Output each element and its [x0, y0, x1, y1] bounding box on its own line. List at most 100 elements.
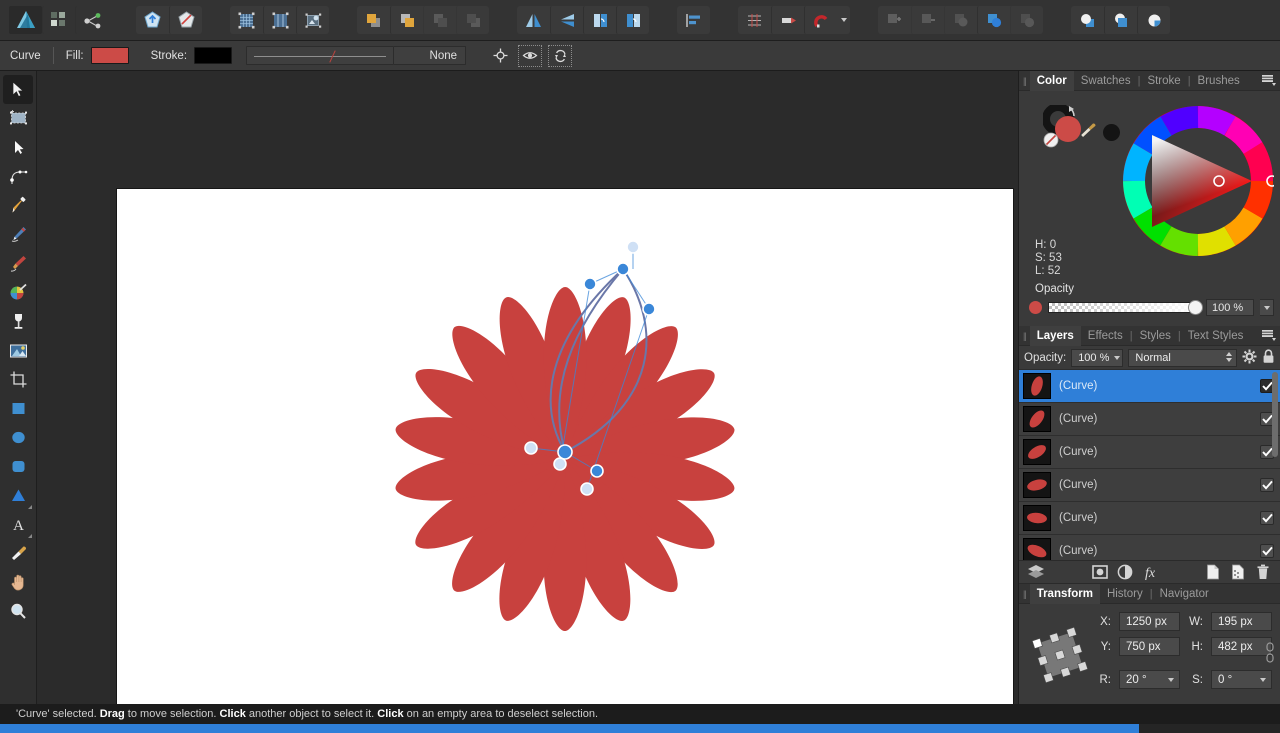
- preview-mode-icon[interactable]: [518, 44, 543, 67]
- chevron-down-icon[interactable]: [1168, 678, 1174, 682]
- edit-in-place-icon[interactable]: [296, 6, 329, 34]
- colour-picker-tool[interactable]: [3, 539, 33, 568]
- merge-curves-icon[interactable]: [1104, 6, 1137, 34]
- blend-mode-select[interactable]: Normal: [1128, 348, 1237, 367]
- duplicate-layer-icon[interactable]: [1227, 562, 1249, 582]
- transform-origin-icon[interactable]: [488, 45, 512, 67]
- layer-row[interactable]: (Curve): [1019, 502, 1280, 535]
- layers-panel-menu-icon[interactable]: [1262, 330, 1276, 341]
- alignment-icon[interactable]: [677, 6, 710, 34]
- layers-list[interactable]: (Curve) (Curve) (Curve) (Curve) (Curve) (Curv…: [1019, 370, 1280, 560]
- curve-node-handle[interactable]: [626, 240, 640, 254]
- curve-node-handle[interactable]: [557, 444, 573, 460]
- gear-icon[interactable]: [1242, 349, 1257, 367]
- layers-stack-icon[interactable]: [1025, 562, 1047, 582]
- rounded-rectangle-tool[interactable]: [3, 452, 33, 481]
- link-ratio-icon[interactable]: [1266, 642, 1274, 667]
- separate-curves-icon[interactable]: [1137, 6, 1170, 34]
- boolean-subtract-icon[interactable]: [911, 6, 944, 34]
- stroke-width-value[interactable]: None: [394, 46, 467, 65]
- curve-node-handle[interactable]: [583, 277, 597, 291]
- artboard-tool[interactable]: [3, 104, 33, 133]
- magnet-snapping-icon[interactable]: [804, 6, 837, 34]
- flip-vertical-icon[interactable]: [550, 6, 583, 34]
- rotate-right-icon[interactable]: [616, 6, 649, 34]
- layer-row[interactable]: (Curve): [1019, 403, 1280, 436]
- flower-artwork[interactable]: [117, 189, 1013, 704]
- triangle-tool[interactable]: [3, 481, 33, 510]
- mask-layer-icon[interactable]: [1089, 562, 1111, 582]
- anchor-point-selector[interactable]: [1027, 612, 1093, 698]
- tab-transform[interactable]: Transform: [1029, 583, 1100, 604]
- ellipse-tool[interactable]: [3, 423, 33, 452]
- curve-node-handle[interactable]: [553, 457, 567, 471]
- stroke-colour-swatch[interactable]: [194, 47, 233, 64]
- tab-navigator[interactable]: Navigator: [1153, 584, 1216, 604]
- chevron-down-icon[interactable]: [1260, 678, 1266, 682]
- affinity-logo-icon[interactable]: [9, 6, 42, 34]
- tab-brushes[interactable]: Brushes: [1191, 71, 1247, 91]
- curve-node-handle[interactable]: [642, 302, 656, 316]
- layer-row[interactable]: (Curve): [1019, 469, 1280, 502]
- grid-layout-icon[interactable]: [42, 6, 75, 34]
- layer-visibility-checkbox[interactable]: [1260, 478, 1274, 492]
- stroke-width-slider[interactable]: [246, 46, 395, 65]
- tab-layers[interactable]: Layers: [1029, 325, 1081, 346]
- boolean-add-icon[interactable]: [878, 6, 911, 34]
- corner-tool[interactable]: [3, 162, 33, 191]
- colour-wheel[interactable]: [1122, 105, 1278, 260]
- tab-stroke[interactable]: Stroke: [1140, 71, 1187, 91]
- layers-scrollbar[interactable]: [1272, 372, 1278, 457]
- w-input[interactable]: 195 px: [1211, 612, 1272, 631]
- vector-brush-tool[interactable]: [3, 249, 33, 278]
- fill-colour-swatch[interactable]: [90, 47, 129, 64]
- curve-node-handle[interactable]: [524, 441, 538, 455]
- show-guides-icon[interactable]: [263, 6, 296, 34]
- curve-node-handle[interactable]: [580, 482, 594, 496]
- transparency-tool[interactable]: [3, 307, 33, 336]
- zoom-tool[interactable]: [3, 597, 33, 626]
- boolean-divide-icon[interactable]: [977, 6, 1010, 34]
- opacity-dropdown-caret-icon[interactable]: [1260, 299, 1274, 316]
- boolean-intersect-icon[interactable]: [944, 6, 977, 34]
- layer-visibility-checkbox[interactable]: [1260, 544, 1274, 558]
- tab-styles[interactable]: Styles: [1133, 326, 1178, 346]
- blend-mode-spinner-icon[interactable]: [1226, 351, 1232, 362]
- draw-persona-icon[interactable]: [136, 6, 169, 34]
- x-input[interactable]: 1250 px: [1119, 612, 1180, 631]
- tab-effects[interactable]: Effects: [1081, 326, 1130, 346]
- curve-node-handle[interactable]: [590, 464, 604, 478]
- move-tool[interactable]: [3, 75, 33, 104]
- show-grid-icon[interactable]: [230, 6, 263, 34]
- tab-history[interactable]: History: [1100, 584, 1150, 604]
- rectangle-tool[interactable]: [3, 394, 33, 423]
- cycle-selection-icon[interactable]: [548, 44, 573, 67]
- panel-grip-icon[interactable]: ||: [1021, 76, 1030, 86]
- pen-tool[interactable]: [3, 191, 33, 220]
- horizontal-scrollbar[interactable]: [0, 724, 1280, 733]
- panel-grip-icon[interactable]: ||: [1021, 331, 1030, 341]
- fill-tool[interactable]: [3, 278, 33, 307]
- r-input[interactable]: 20 °: [1119, 670, 1180, 689]
- flip-horizontal-icon[interactable]: [517, 6, 550, 34]
- snapping-candidates-icon[interactable]: [771, 6, 804, 34]
- expand-stroke-icon[interactable]: [1071, 6, 1104, 34]
- view-tool[interactable]: [3, 568, 33, 597]
- opacity-value[interactable]: 100 %: [1206, 299, 1254, 316]
- share-icon[interactable]: [75, 6, 108, 34]
- chevron-down-icon[interactable]: [1114, 355, 1121, 360]
- s-input[interactable]: 0 °: [1211, 670, 1272, 689]
- panel-grip-icon[interactable]: ||: [1021, 589, 1030, 599]
- place-image-tool[interactable]: [3, 336, 33, 365]
- opacity-slider-knob[interactable]: [1188, 300, 1203, 315]
- layer-row[interactable]: (Curve): [1019, 436, 1280, 469]
- pixel-persona-icon[interactable]: [169, 6, 202, 34]
- tab-color[interactable]: Color: [1029, 70, 1074, 91]
- document-page[interactable]: [117, 189, 1013, 704]
- layer-row[interactable]: (Curve): [1019, 370, 1280, 403]
- crop-tool[interactable]: [3, 365, 33, 394]
- colour-picker-icon[interactable]: [1077, 121, 1099, 146]
- grid-snapping-icon[interactable]: [738, 6, 771, 34]
- new-layer-icon[interactable]: [1202, 562, 1224, 582]
- stroke-colour-dot[interactable]: [1103, 124, 1120, 141]
